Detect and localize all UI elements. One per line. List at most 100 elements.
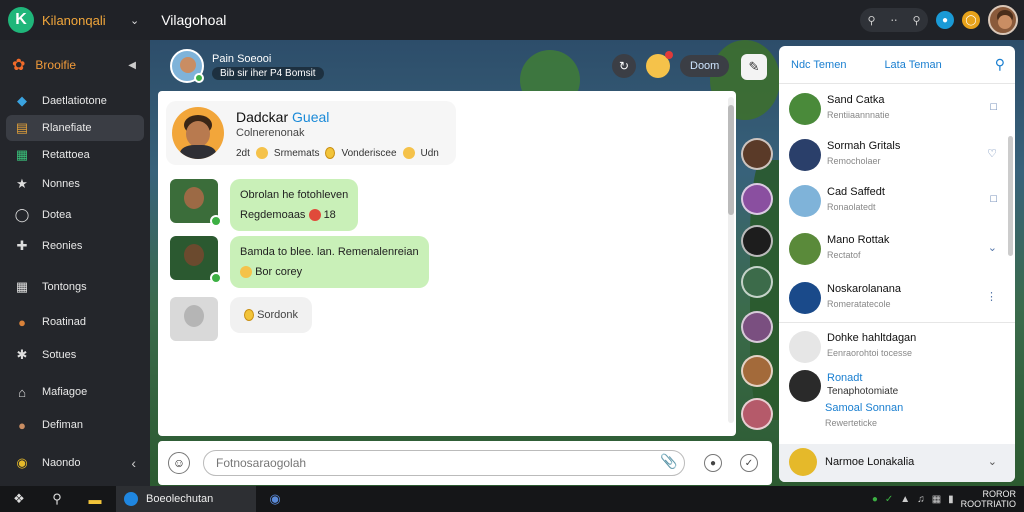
sidebar-item-list[interactable]: ▤ Rlanefiate bbox=[6, 115, 144, 141]
contact-avatar[interactable] bbox=[170, 49, 204, 83]
sidebar-item-label: Mafiagoe bbox=[42, 386, 88, 398]
sidebar-item-plus[interactable]: ✚ Reonies bbox=[6, 233, 144, 259]
sidebar-item-globe[interactable]: ◉ Naondo ‹ bbox=[6, 450, 144, 476]
taskbar: ❖ ⚲ ▬ Boeolechutan ◉ ● ✓ ▲ ♫ ▦ ▮ ROROR R… bbox=[0, 486, 1024, 512]
app-logo[interactable]: K bbox=[8, 7, 34, 33]
tab-friends-list[interactable]: Lata Teman bbox=[884, 59, 941, 71]
chevron-down-icon[interactable]: ⌄ bbox=[130, 14, 139, 27]
sender-avatar[interactable] bbox=[170, 179, 222, 227]
profile-card[interactable]: Dadckar Gueal Colnerenonak 2dt Srmemats … bbox=[166, 101, 456, 165]
search-button[interactable]: ⚲ ⋅⋅ ⚲ bbox=[860, 8, 928, 32]
sidebar-item-home[interactable]: ⌂ Mafiagoe bbox=[6, 379, 144, 405]
collapse-icon[interactable]: ◀ bbox=[128, 60, 136, 71]
online-status-icon bbox=[210, 215, 222, 227]
profile-avatar[interactable] bbox=[172, 107, 224, 159]
sidebar-item-table[interactable]: ▦ Tontongs bbox=[6, 274, 144, 300]
strip-avatar[interactable] bbox=[741, 225, 773, 257]
sidebar-item-chat[interactable]: ◯ Dotea bbox=[6, 202, 144, 228]
sender-avatar[interactable] bbox=[170, 297, 218, 341]
strip-avatar[interactable] bbox=[741, 183, 773, 215]
collapse-left-icon[interactable]: ‹ bbox=[131, 455, 136, 471]
tab-friends[interactable]: Ndc Temen bbox=[791, 59, 846, 71]
friend-avatar bbox=[789, 448, 817, 476]
sidebar-header[interactable]: ✿ Brooifie ◀ bbox=[0, 40, 150, 90]
chevron-down-icon[interactable]: ⌄ bbox=[988, 455, 997, 468]
refresh-icon[interactable]: ↻ bbox=[612, 54, 636, 78]
sidebar-item-puzzle[interactable]: ✱ Sotues bbox=[6, 342, 144, 368]
strip-avatar[interactable] bbox=[741, 266, 773, 298]
message-icon[interactable]: □ bbox=[990, 101, 997, 113]
friend-item[interactable]: Sormah Gritals Remocholaer ♡ bbox=[779, 132, 1015, 178]
send-icon[interactable]: ✓ bbox=[740, 454, 758, 472]
profile-meta: 2dt Srmemats Vonderiscee Udn bbox=[236, 147, 439, 159]
system-tray: ● ✓ ▲ ♫ ▦ ▮ ROROR ROOTRIATIO bbox=[872, 486, 1016, 512]
message-bubble[interactable]: Bamda to blee. lan. Remenalenreian Bor c… bbox=[230, 236, 429, 288]
friend-status: Rewerteticke bbox=[825, 418, 878, 428]
sidebar-item-star[interactable]: ★ Nonnes bbox=[6, 171, 144, 197]
sender-avatar[interactable] bbox=[170, 236, 222, 284]
status-icon[interactable]: ● bbox=[936, 11, 954, 29]
volume-icon[interactable]: ♫ bbox=[917, 494, 925, 505]
message-scrollbar[interactable] bbox=[728, 97, 734, 423]
friend-item[interactable]: Dohke hahltdagan Eenraorohtoi tocesse bbox=[779, 324, 1015, 370]
edit-icon[interactable]: ✎ bbox=[741, 54, 767, 80]
sidebar-item-avatar[interactable]: ● Defiman bbox=[6, 412, 144, 438]
message-bubble[interactable]: Obrolan he fotohleven Regdemoaas 18 bbox=[230, 179, 359, 231]
sidebar: ✿ Brooifie ◀ ◆ Daetlatiotone ▤ Rlanefiat… bbox=[0, 40, 150, 486]
friend-status: Ronaolatedt bbox=[827, 202, 876, 212]
strip-avatar[interactable] bbox=[741, 398, 773, 430]
folder-icon[interactable]: ▬ bbox=[76, 486, 114, 512]
room-pill-button[interactable]: Doom bbox=[680, 55, 730, 77]
friend-item[interactable]: Mano Rottak Rectatof ⌄ bbox=[779, 226, 1015, 272]
emoji-icon[interactable]: ☺ bbox=[168, 452, 190, 474]
taskbar-app-label: Boeolechutan bbox=[146, 493, 214, 505]
friend-avatar bbox=[789, 139, 821, 171]
online-status-icon bbox=[210, 272, 222, 284]
app-icon[interactable]: ◉ bbox=[256, 486, 294, 512]
friend-item[interactable]: Samoal Sonnan Rewerteticke bbox=[779, 398, 1015, 434]
chevron-down-icon[interactable]: ⌄ bbox=[988, 241, 997, 254]
clock[interactable]: ROROR ROOTRIATIO bbox=[961, 489, 1016, 509]
square-icon[interactable]: □ bbox=[990, 193, 997, 205]
taskbar-app-button[interactable]: Boeolechutan bbox=[116, 486, 256, 512]
friend-item[interactable]: Sand Catka Rentiiaannnatie □ bbox=[779, 86, 1015, 132]
friend-name: Samoal Sonnan bbox=[825, 402, 904, 414]
sidebar-item-dashboard[interactable]: ◆ Daetlatiotone bbox=[6, 88, 144, 114]
sidebar-item-label: Dotea bbox=[42, 209, 72, 221]
list-icon: ▤ bbox=[15, 120, 29, 135]
check-icon[interactable]: ✓ bbox=[885, 494, 893, 505]
message-input[interactable] bbox=[203, 450, 685, 476]
battery-icon[interactable]: ▮ bbox=[948, 494, 954, 505]
pinned-friend[interactable]: Narmoe Lonakalia ⌄ bbox=[779, 444, 1015, 482]
status-icon[interactable]: ● bbox=[872, 494, 878, 505]
search-icon[interactable]: ⚲ bbox=[38, 486, 76, 512]
sticker-icon[interactable]: ● bbox=[704, 454, 722, 472]
friend-item[interactable]: Noskarolanana Romeratatecole ⋮ bbox=[779, 275, 1015, 321]
emoji-reaction-icon[interactable] bbox=[646, 51, 673, 78]
friend-item[interactable]: Cad Saffedt Ronaolatedt □ bbox=[779, 178, 1015, 224]
more-icon[interactable]: ⋮ bbox=[986, 290, 997, 303]
network-icon[interactable]: ▲ bbox=[900, 494, 910, 505]
strip-avatar[interactable] bbox=[741, 355, 773, 387]
search-icon[interactable]: ⚲ bbox=[995, 56, 1005, 73]
message-bubble[interactable]: Sordonk bbox=[230, 297, 313, 333]
attach-icon[interactable]: 📎 bbox=[660, 453, 677, 470]
notification-badge bbox=[665, 51, 673, 59]
grid-icon[interactable]: ▦ bbox=[932, 494, 941, 505]
strip-avatar[interactable] bbox=[741, 311, 773, 343]
sidebar-item-person[interactable]: ● Roatinad bbox=[6, 309, 144, 335]
avatar-icon: ● bbox=[18, 417, 26, 433]
profile-subtitle: Colnerenonak bbox=[236, 127, 305, 139]
heart-icon[interactable]: ♡ bbox=[987, 147, 997, 160]
friend-item[interactable]: Ronadt Tenaphotomiate bbox=[779, 366, 1015, 402]
sidebar-item-grid[interactable]: ▦ Retattoea bbox=[6, 142, 144, 168]
sidebar-item-label: Nonnes bbox=[42, 178, 80, 190]
strip-avatar[interactable] bbox=[741, 138, 773, 170]
search-hint: ⋅⋅ bbox=[890, 14, 898, 27]
start-icon[interactable]: ❖ bbox=[0, 486, 38, 512]
user-avatar[interactable] bbox=[988, 5, 1018, 35]
smile-icon bbox=[402, 147, 415, 159]
coin-icon[interactable]: ◯ bbox=[962, 11, 980, 29]
flame-icon: ✿ bbox=[12, 57, 26, 74]
friend-name: Noskarolanana bbox=[827, 283, 901, 295]
